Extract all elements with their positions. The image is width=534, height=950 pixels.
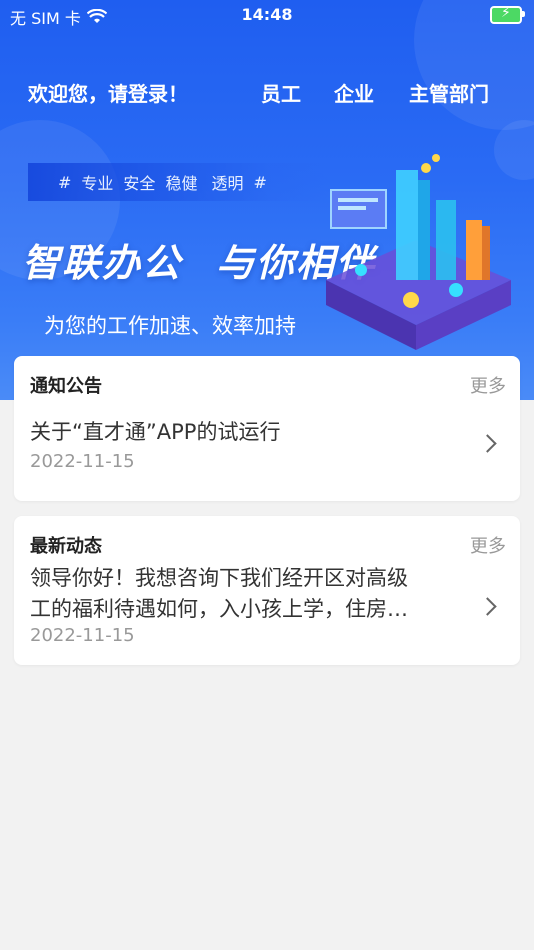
notice-item[interactable]: 关于“直才通”APP的试运行 2022-11-15 bbox=[14, 411, 520, 481]
tag-hash: # bbox=[58, 172, 72, 192]
tag-item: 透明 bbox=[211, 174, 244, 193]
news-card: 最新动态 更多 领导你好！我想咨询下我们经开区对高级 工的福利待遇如何，入小孩上… bbox=[14, 516, 520, 665]
news-item-line2: 工的福利待遇如何，入小孩上学，住房… bbox=[30, 597, 408, 621]
tag-strip: # 专业 安全 稳健 透明 # bbox=[28, 163, 328, 201]
tag-hash: # bbox=[253, 172, 267, 192]
status-time: 14:48 bbox=[241, 5, 293, 24]
city-illustration bbox=[326, 154, 511, 350]
news-title: 最新动态 bbox=[30, 536, 102, 557]
news-item-line1: 领导你好！我想咨询下我们经开区对高级 bbox=[30, 566, 408, 590]
hero-banner: 无 SIM 卡 14:48 ⚡ 欢迎您，请登录！ 员工 企业 主管部门 # 专业… bbox=[0, 0, 534, 400]
news-more-link[interactable]: 更多 bbox=[470, 532, 506, 558]
notice-more-link[interactable]: 更多 bbox=[470, 372, 506, 398]
tag-item: 专业 bbox=[81, 174, 114, 193]
tab-employee[interactable]: 员工 bbox=[261, 78, 301, 107]
status-bar: 无 SIM 卡 14:48 ⚡ bbox=[0, 0, 534, 30]
news-item-date: 2022-11-15 bbox=[30, 625, 135, 646]
chevron-right-icon bbox=[478, 597, 497, 616]
battery-icon: ⚡ bbox=[490, 5, 525, 24]
slogan-part: 智联办公 bbox=[22, 241, 183, 285]
notice-item-date: 2022-11-15 bbox=[30, 451, 135, 472]
tag-item: 安全 bbox=[123, 174, 156, 193]
tab-department[interactable]: 主管部门 bbox=[409, 78, 489, 107]
news-item[interactable]: 领导你好！我想咨询下我们经开区对高级 工的福利待遇如何，入小孩上学，住房… 20… bbox=[14, 561, 520, 661]
chevron-right-icon bbox=[478, 434, 497, 453]
notice-title: 通知公告 bbox=[30, 376, 102, 397]
login-link[interactable]: 欢迎您，请登录！ bbox=[28, 78, 188, 107]
tag-item: 稳健 bbox=[165, 174, 198, 193]
notice-card: 通知公告 更多 关于“直才通”APP的试运行 2022-11-15 bbox=[14, 356, 520, 501]
notice-item-text: 关于“直才通”APP的试运行 bbox=[30, 420, 281, 444]
tab-enterprise[interactable]: 企业 bbox=[334, 78, 374, 107]
top-nav: 欢迎您，请登录！ 员工 企业 主管部门 bbox=[0, 78, 534, 110]
banner-subslogan: 为您的工作加速、效率加持 bbox=[44, 314, 296, 338]
